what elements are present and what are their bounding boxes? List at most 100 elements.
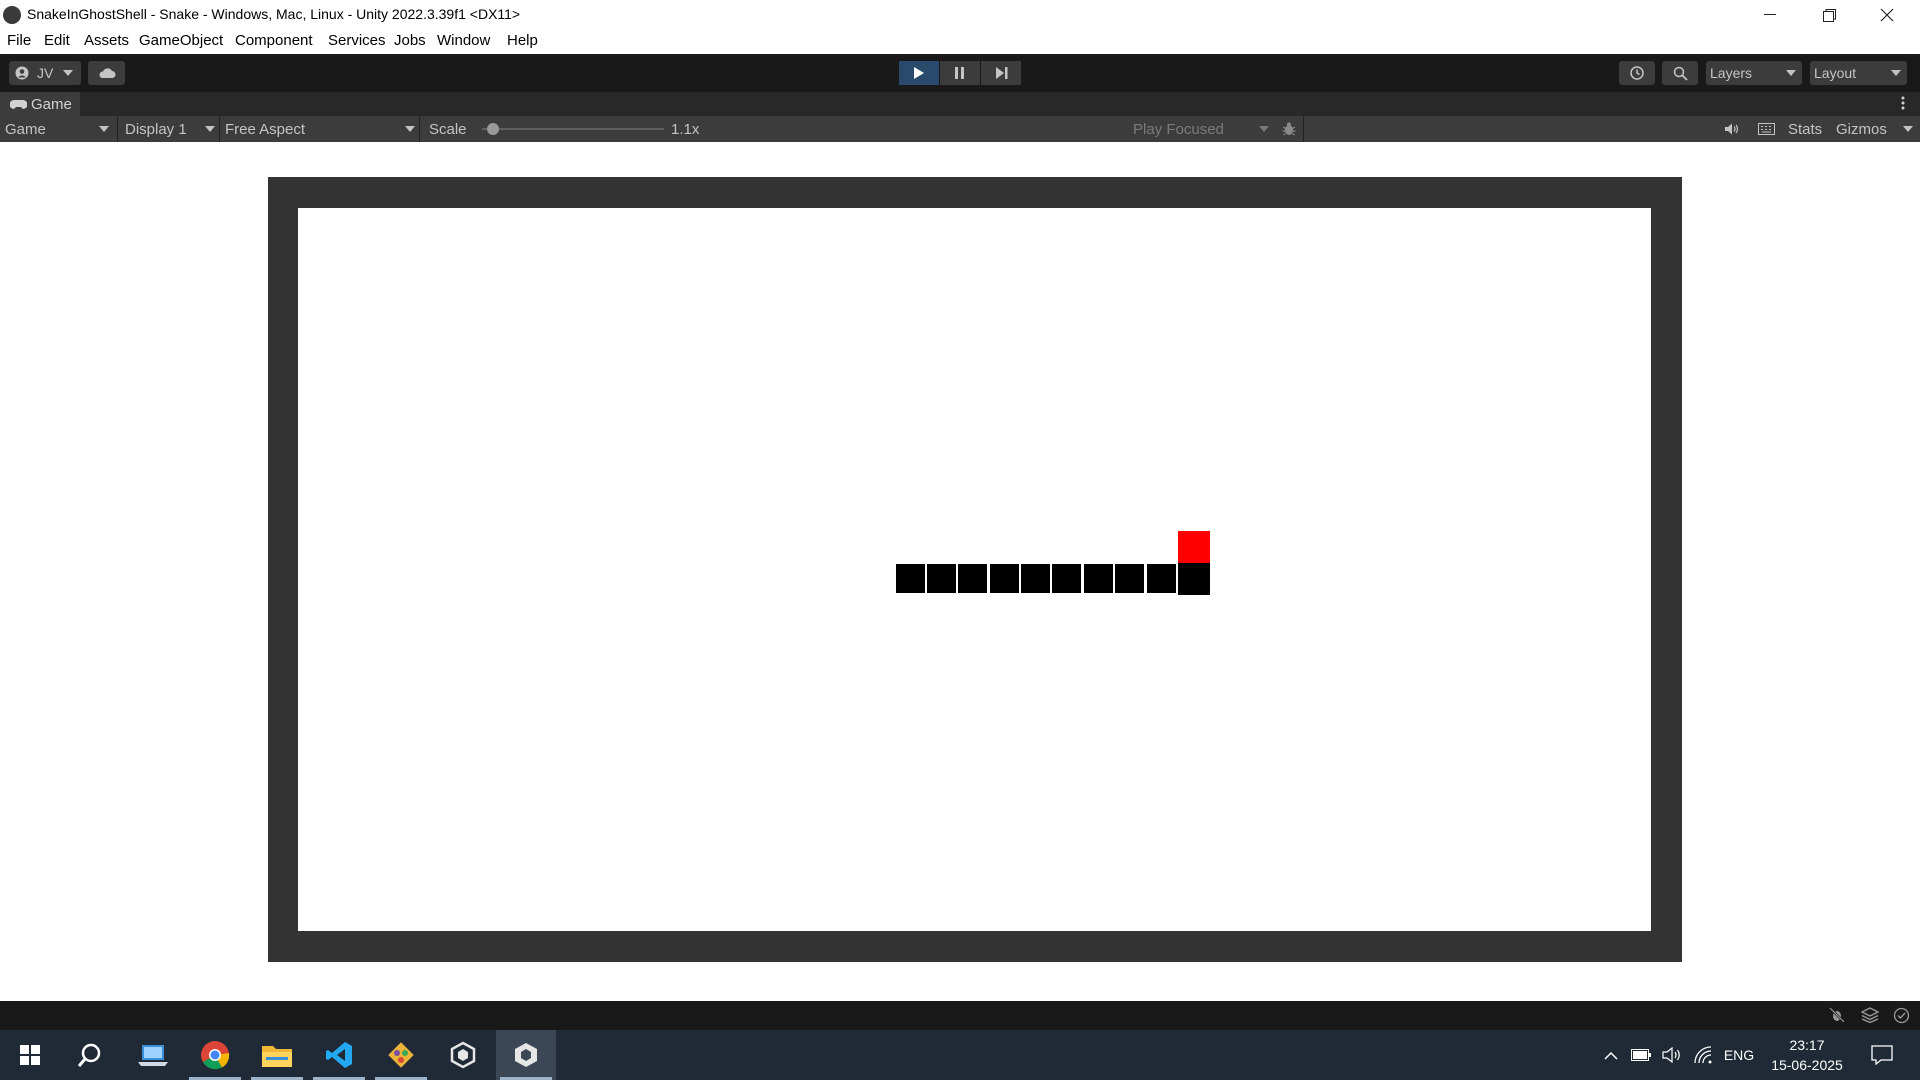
divider: [419, 116, 420, 142]
view-mode-label: Game: [5, 120, 46, 138]
menu-help[interactable]: Help: [507, 32, 538, 49]
snake-segment: [927, 564, 956, 593]
minimize-button[interactable]: [1741, 0, 1799, 30]
board-border: [268, 177, 1682, 962]
search-button[interactable]: [60, 1030, 120, 1080]
notification-icon: [1871, 1045, 1893, 1065]
clock[interactable]: 23:17 15-06-2025: [1762, 1030, 1852, 1080]
layers-label: Layers: [1710, 65, 1753, 81]
undo-history-button[interactable]: [1619, 61, 1655, 85]
tab-game[interactable]: Game: [0, 92, 80, 116]
menu-services[interactable]: Services: [328, 32, 386, 49]
notification-center-button[interactable]: [1862, 1030, 1902, 1080]
snake-segment: [1021, 564, 1050, 593]
play-focused-dropdown[interactable]: Play Focused: [1133, 116, 1269, 142]
start-button[interactable]: [0, 1030, 60, 1080]
chevron-down-icon: [63, 70, 74, 76]
play-icon: [914, 67, 924, 79]
git-icon: [388, 1042, 414, 1068]
snake-segment: [1147, 564, 1176, 593]
show-hidden-icons-button[interactable]: [1599, 1030, 1623, 1080]
menu-window[interactable]: Window: [437, 32, 490, 49]
taskbar-chrome[interactable]: [185, 1030, 245, 1080]
taskbar-file-explorer[interactable]: [247, 1030, 307, 1080]
taskbar-git[interactable]: [371, 1030, 431, 1080]
taskbar-laptop-app[interactable]: [123, 1030, 183, 1080]
taskbar-unity-editor[interactable]: [496, 1030, 556, 1080]
mute-audio-button[interactable]: [1722, 116, 1742, 142]
history-icon: [1630, 66, 1644, 80]
menu-jobs[interactable]: Jobs: [394, 32, 426, 49]
taskbar-unity-hub[interactable]: [433, 1030, 493, 1080]
battery-button[interactable]: [1628, 1030, 1654, 1080]
chevron-down-icon: [205, 126, 215, 132]
chevron-down-icon: [1786, 70, 1796, 76]
clock-time: 23:17: [1789, 1037, 1825, 1053]
minimize-icon: [1764, 14, 1776, 15]
view-mode-dropdown[interactable]: Game: [5, 116, 109, 142]
close-button[interactable]: [1858, 0, 1916, 30]
menu-assets[interactable]: Assets: [84, 32, 129, 49]
search-icon: [1673, 66, 1688, 81]
window-title-bar: SnakeInGhostShell - Snake - Windows, Mac…: [0, 0, 1920, 30]
layers-icon[interactable]: [1861, 1007, 1879, 1023]
keyboard-icon: [1757, 123, 1775, 135]
slider-thumb[interactable]: [487, 123, 499, 135]
chevron-down-icon: [1891, 70, 1901, 76]
gizmos-button[interactable]: Gizmos: [1836, 116, 1887, 142]
menu-edit[interactable]: Edit: [44, 32, 70, 49]
layers-dropdown[interactable]: Layers: [1706, 61, 1802, 85]
chevron-down-icon: [99, 126, 109, 132]
bug-off-icon[interactable]: [1828, 1006, 1846, 1024]
clock-date: 15-06-2025: [1771, 1057, 1843, 1073]
divider: [117, 116, 118, 142]
account-dropdown[interactable]: JV: [9, 61, 81, 85]
chrome-icon: [201, 1041, 230, 1070]
chevron-up-icon: [1604, 1051, 1618, 1060]
display-dropdown[interactable]: Display 1: [125, 116, 215, 142]
shortcuts-button[interactable]: [1755, 116, 1777, 142]
chevron-down-icon: [405, 126, 415, 132]
main-toolbar: JV Layers Layout: [0, 54, 1920, 92]
game-view-toolbar: Game Display 1 Free Aspect Scale 1.1x Pl…: [0, 116, 1920, 142]
restore-button[interactable]: [1800, 0, 1858, 30]
menu-component[interactable]: Component: [235, 32, 313, 49]
kebab-menu-icon: [1901, 96, 1905, 110]
search-button[interactable]: [1662, 61, 1698, 85]
vscode-icon: [326, 1042, 352, 1068]
stats-button[interactable]: Stats: [1788, 116, 1822, 142]
step-icon: [995, 67, 1007, 79]
volume-button[interactable]: [1659, 1030, 1685, 1080]
taskbar-vscode[interactable]: [309, 1030, 369, 1080]
aspect-dropdown[interactable]: Free Aspect: [225, 116, 415, 142]
menu-gameobject[interactable]: GameObject: [139, 32, 223, 49]
cloud-button[interactable]: [88, 61, 125, 85]
scale-slider[interactable]: [482, 116, 664, 142]
speaker-icon: [1662, 1047, 1680, 1063]
snake-segment: [1052, 564, 1081, 593]
aspect-label: Free Aspect: [225, 120, 306, 138]
network-button[interactable]: [1690, 1030, 1716, 1080]
debug-button[interactable]: [1279, 116, 1299, 142]
speaker-icon: [1725, 123, 1739, 135]
battery-icon: [1631, 1049, 1651, 1061]
game-tab-row: Game: [0, 92, 1920, 116]
cloud-icon: [98, 68, 115, 78]
check-circle-icon[interactable]: [1893, 1007, 1910, 1024]
menu-file[interactable]: File: [7, 32, 31, 49]
gamepad-icon: [10, 99, 27, 109]
gizmos-dropdown[interactable]: [1903, 116, 1913, 142]
pause-button[interactable]: [940, 61, 980, 85]
language-indicator[interactable]: ENG: [1720, 1030, 1758, 1080]
step-button[interactable]: [981, 61, 1021, 85]
play-button[interactable]: [899, 61, 939, 85]
account-icon: [15, 66, 29, 80]
layout-dropdown[interactable]: Layout: [1810, 61, 1907, 85]
snake-segment: [990, 564, 1019, 593]
pause-icon: [955, 67, 964, 79]
more-options-button[interactable]: [1897, 96, 1909, 112]
game-view: [0, 142, 1920, 1001]
menu-bar: File Edit Assets GameObject Component Se…: [0, 30, 1920, 54]
window-title: SnakeInGhostShell - Snake - Windows, Mac…: [27, 6, 521, 22]
play-focused-label: Play Focused: [1133, 120, 1224, 138]
